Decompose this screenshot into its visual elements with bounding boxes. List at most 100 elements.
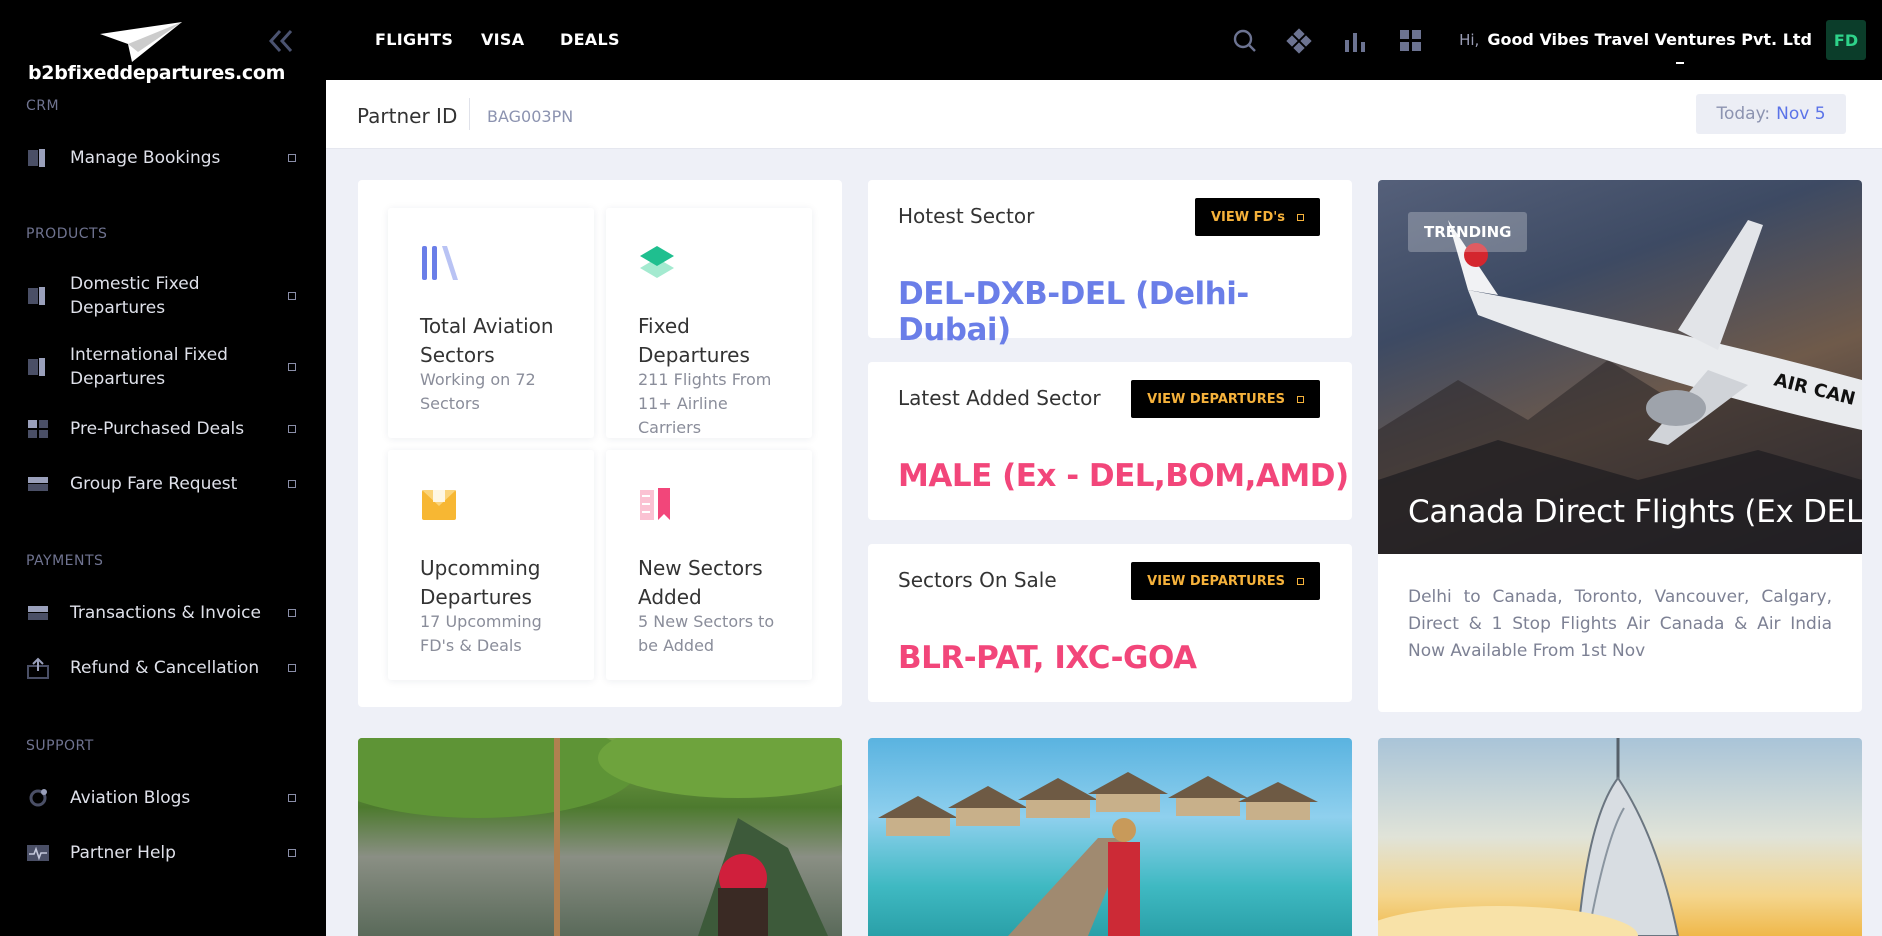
sidebar-item-label: International Fixed Departures [70, 345, 228, 389]
sidebar-item-label: Pre-Purchased Deals [70, 419, 245, 439]
sector-card-latest: Latest Added Sector VIEW DEPARTURES MALE… [868, 362, 1352, 520]
destination-photo-maldives[interactable] [868, 738, 1352, 936]
featured-title: Canada Direct Flights (Ex DEL) [1408, 494, 1862, 530]
square-icon [1297, 395, 1304, 403]
stat-title: Fixed Departures [638, 314, 750, 367]
today-date: Nov 5 [1776, 104, 1826, 124]
user-menu-indicator [1676, 62, 1684, 64]
button-label: VIEW FD's [1210, 209, 1285, 225]
layers-icon [640, 246, 674, 278]
featured-image: AIR CAN TRENDING Canada Direct Flights (… [1378, 180, 1862, 554]
search-icon[interactable] [1232, 28, 1258, 54]
sidebar-item-label: Aviation Blogs [70, 788, 191, 808]
square-icon [1297, 213, 1304, 221]
destination-photo-thailand[interactable] [358, 738, 842, 936]
destination-photo-dubai[interactable] [1378, 738, 1862, 936]
stats-card: Total Aviation Sectors Working on 72 Sec… [358, 180, 842, 707]
sectors-icon [422, 246, 458, 280]
bookings-icon [28, 149, 45, 167]
card-icon [28, 606, 48, 620]
stat-subtitle: 211 Flights From 11+ Airline Carriers [638, 370, 772, 437]
blog-icon [29, 789, 47, 807]
partner-id-value: BAG003PN [487, 107, 574, 126]
collapse-sidebar-icon[interactable] [266, 28, 298, 54]
sidebar-item-refund[interactable]: Refund & Cancellation [26, 656, 296, 680]
view-departures-button[interactable]: VIEW DEPARTURES [1131, 562, 1320, 600]
view-departures-button[interactable]: VIEW DEPARTURES [1131, 380, 1320, 418]
divider [469, 98, 470, 130]
stat-upcoming-departures: Upcomming Departures 17 Upcomming FD's &… [388, 450, 594, 680]
photo-maldives [878, 772, 1318, 936]
sidebar: b2bfixeddepartures.com CRM Manage Bookin… [0, 0, 326, 936]
pulse-icon [27, 845, 49, 861]
chevron-icon [288, 849, 296, 857]
menu-deals[interactable]: DEALS [560, 30, 620, 49]
avatar[interactable]: FD [1826, 20, 1866, 60]
sidebar-item-label: Transactions & Invoice [70, 603, 261, 623]
domestic-icon [28, 287, 45, 305]
menu-visa[interactable]: VISA [481, 30, 524, 49]
envelope-icon [422, 490, 456, 520]
stat-fixed-departures: Fixed Departures 211 Flights From 11+ Ai… [606, 208, 812, 438]
sector-value: MALE (Ex - DEL,BOM,AMD) [898, 458, 1349, 494]
today-badge: Today: Nov 5 [1696, 94, 1846, 134]
stat-subtitle: 5 New Sectors to be Added [638, 612, 775, 655]
menu-flights[interactable]: FLIGHTS [375, 30, 453, 49]
logo-text: b2bfixeddepartures.com [28, 62, 286, 84]
grid-icon[interactable] [1398, 28, 1424, 54]
brand-logo[interactable]: b2bfixeddepartures.com [28, 22, 285, 84]
sidebar-item-group-fare[interactable]: Group Fare Request [26, 472, 296, 496]
top-bar: FLIGHTS VISA DEALS Hi, Good Vibes Travel … [326, 0, 1882, 80]
chevron-icon [288, 664, 296, 672]
sidebar-item-label: Partner Help [70, 843, 176, 863]
featured-description: Delhi to Canada, Toronto, Vancouver, Cal… [1408, 587, 1832, 661]
partner-id-label: Partner ID [357, 104, 458, 128]
square-icon [1297, 577, 1304, 585]
apps-icon[interactable] [1286, 28, 1312, 54]
section-crm: CRM [26, 98, 60, 114]
sidebar-item-label: Domestic Fixed Departures [70, 274, 200, 318]
sidebar-item-partner-help[interactable]: Partner Help [26, 841, 296, 865]
chevron-icon [288, 425, 296, 433]
sidebar-item-label: Manage Bookings [70, 148, 221, 168]
user-greeting[interactable]: Hi, Good Vibes Travel Ventures Pvt. Ltd [1459, 30, 1812, 49]
sector-value: BLR-PAT, IXC-GOA [898, 640, 1197, 676]
stat-title: Upcomming Departures [420, 556, 541, 609]
stat-title: New Sectors Added [638, 556, 763, 609]
deals-icon [28, 420, 48, 438]
stat-subtitle: 17 Upcomming FD's & Deals [420, 612, 542, 655]
sidebar-item-label: Group Fare Request [70, 474, 238, 494]
trending-badge: TRENDING [1408, 212, 1528, 252]
stat-title: Total Aviation Sectors [420, 314, 554, 367]
featured-card[interactable]: AIR CAN TRENDING Canada Direct Flights (… [1378, 180, 1862, 712]
chevron-icon [288, 363, 296, 371]
international-icon [28, 358, 45, 376]
photo-dubai [1378, 738, 1680, 936]
sidebar-item-pre-purchased[interactable]: Pre-Purchased Deals [26, 417, 296, 441]
stat-subtitle: Working on 72 Sectors [420, 370, 536, 413]
sector-card-on-sale: Sectors On Sale VIEW DEPARTURES BLR-PAT,… [868, 544, 1352, 702]
today-label: Today: [1716, 104, 1771, 124]
chevron-icon [288, 609, 296, 617]
bookmark-icon [640, 488, 670, 520]
chevron-icon [288, 794, 296, 802]
section-payments: PAYMENTS [26, 553, 104, 569]
stat-new-sectors: New Sectors Added 5 New Sectors to be Ad… [606, 450, 812, 680]
sidebar-item-manage-bookings[interactable]: Manage Bookings [26, 146, 296, 170]
photo-thailand [358, 738, 842, 936]
sidebar-item-domestic[interactable]: Domestic Fixed Departures [26, 272, 296, 320]
view-fds-button[interactable]: VIEW FD's [1194, 198, 1320, 236]
partner-bar: Partner ID BAG003PN Today: Nov 5 [326, 80, 1882, 149]
chevron-icon [288, 480, 296, 488]
sidebar-item-transactions[interactable]: Transactions & Invoice [26, 601, 296, 625]
paper-plane-icon [100, 22, 182, 62]
bar-chart-icon[interactable] [1342, 28, 1368, 54]
chevron-icon [288, 154, 296, 162]
stat-total-sectors: Total Aviation Sectors Working on 72 Sec… [388, 208, 594, 438]
sector-heading: Latest Added Sector [898, 386, 1101, 410]
sidebar-item-aviation-blogs[interactable]: Aviation Blogs [26, 786, 296, 810]
sector-heading: Hotest Sector [898, 204, 1035, 228]
button-label: VIEW DEPARTURES [1147, 391, 1285, 407]
sidebar-item-international[interactable]: International Fixed Departures [26, 343, 296, 391]
greeting-prefix: Hi, [1459, 31, 1480, 49]
